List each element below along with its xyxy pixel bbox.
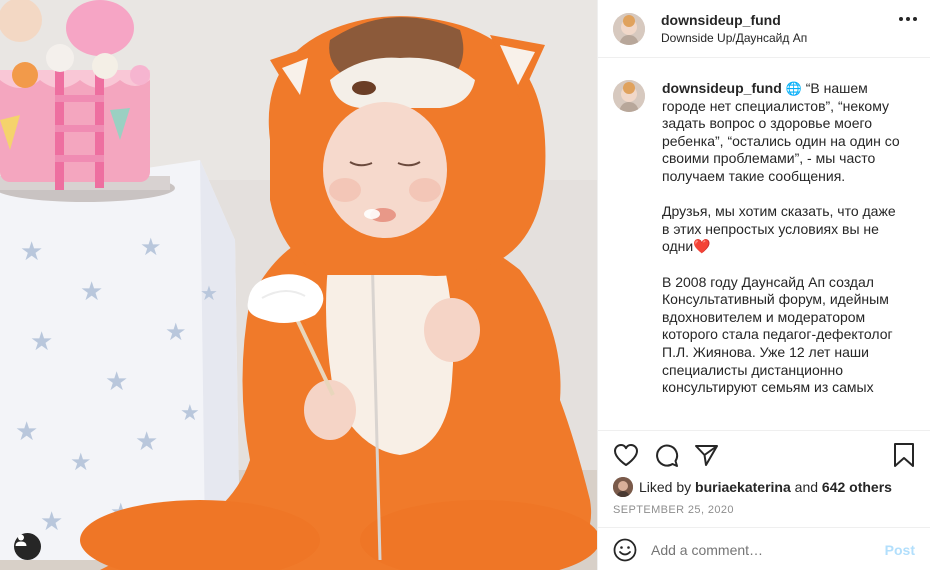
profile-photo <box>613 80 645 112</box>
heart-emoji: ❤️ <box>693 238 711 255</box>
liker-photo <box>613 477 633 497</box>
svg-text:★: ★ <box>165 319 187 346</box>
three-dots-icon <box>899 17 903 21</box>
svg-text:★: ★ <box>135 426 158 456</box>
liker-username[interactable]: buriaekaterina <box>695 479 791 495</box>
svg-text:★: ★ <box>40 506 63 536</box>
comment-input[interactable] <box>651 541 861 558</box>
svg-text:★: ★ <box>80 276 103 306</box>
comment-bar: Post <box>598 527 930 570</box>
caption-paragraph: В 2008 году Даунсайд Ап создал Консульта… <box>662 273 893 396</box>
post-comment-button[interactable]: Post <box>885 542 915 558</box>
action-row <box>612 441 917 471</box>
header-subtitle[interactable]: Downside Up/Даунсайд Ап <box>661 31 807 45</box>
save-button[interactable] <box>890 441 918 469</box>
caption-username[interactable]: downsideup_fund <box>662 80 782 96</box>
paper-plane-icon <box>694 445 718 466</box>
header-username[interactable]: downsideup_fund <box>661 12 807 29</box>
caption-text: downsideup_fund 🌐 “В нашем городе нет сп… <box>662 80 902 430</box>
user-tag-button[interactable] <box>14 533 41 560</box>
bookmark-icon <box>894 443 914 467</box>
post-side-panel: downsideup_fund Downside Up/Даунсайд Ап … <box>597 0 930 570</box>
caption-area[interactable]: downsideup_fund 🌐 “В нашем городе нет сп… <box>598 58 930 430</box>
baby-in-fox-costume-image: ★ ★ ★ ★ ★ ★ ★ ★ ★ ★ ★ ★ ★ <box>0 0 597 570</box>
avatar[interactable] <box>613 12 645 45</box>
svg-text:★: ★ <box>30 326 53 356</box>
svg-text:★: ★ <box>180 400 200 425</box>
globe-icon: 🌐 <box>785 81 802 96</box>
likes-summary: Liked by buriaekaterina and 642 others <box>613 477 892 497</box>
post-header: downsideup_fund Downside Up/Даунсайд Ап <box>598 0 930 58</box>
liker-avatar[interactable] <box>613 477 633 497</box>
svg-text:★: ★ <box>140 234 162 261</box>
svg-text:★: ★ <box>105 366 128 396</box>
svg-text:★: ★ <box>200 283 218 305</box>
svg-text:★: ★ <box>15 416 38 446</box>
post-date[interactable]: SEPTEMBER 25, 2020 <box>613 504 734 516</box>
three-dots-icon <box>913 17 917 21</box>
smiley-icon[interactable] <box>613 538 637 562</box>
svg-text:★: ★ <box>20 236 43 266</box>
svg-text:★: ★ <box>70 449 92 476</box>
instagram-post: ★ ★ ★ ★ ★ ★ ★ ★ ★ ★ ★ ★ ★ <box>0 0 930 570</box>
speech-bubble-icon <box>655 444 678 467</box>
post-actions: Liked by buriaekaterina and 642 others S… <box>598 430 930 570</box>
avatar[interactable] <box>613 80 645 112</box>
heart-outline-icon <box>614 444 638 466</box>
three-dots-icon <box>906 17 910 21</box>
profile-photo <box>613 12 645 45</box>
like-button[interactable] <box>612 441 640 469</box>
likes-joiner: and <box>794 479 819 495</box>
likes-count[interactable]: 642 others <box>822 479 892 495</box>
comment-button[interactable] <box>652 441 680 469</box>
likes-prefix: Liked by <box>639 479 692 495</box>
post-photo[interactable]: ★ ★ ★ ★ ★ ★ ★ ★ ★ ★ ★ ★ ★ <box>0 0 597 570</box>
person-icon <box>15 534 27 546</box>
share-button[interactable] <box>692 441 720 469</box>
more-options-button[interactable] <box>899 17 917 21</box>
